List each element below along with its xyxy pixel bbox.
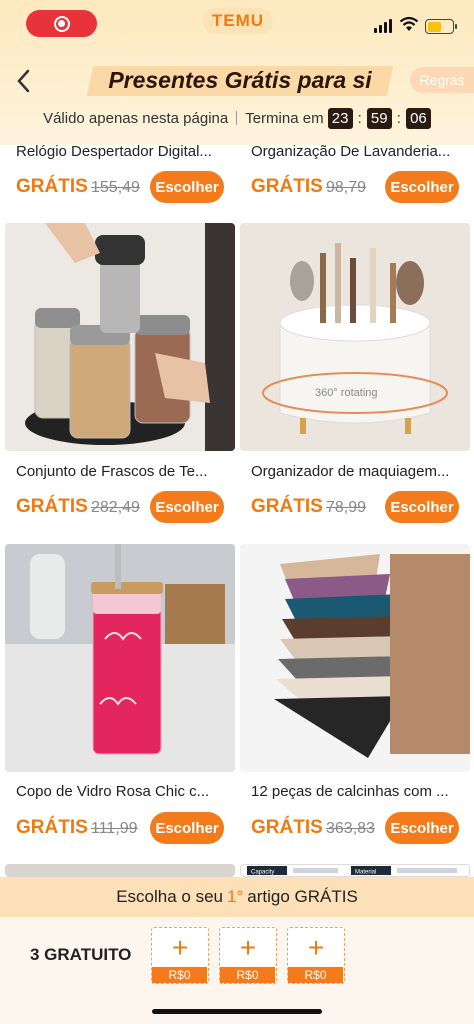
choose-number: 1°: [226, 887, 244, 906]
rotating-label: 360° rotating: [315, 387, 378, 399]
choose-button[interactable]: Escolher: [150, 171, 224, 203]
signal-icon: [374, 19, 392, 33]
gift-slot[interactable]: + R$0: [151, 927, 209, 984]
wifi-icon: [399, 16, 419, 31]
free-label: GRÁTIS: [251, 176, 323, 197]
product-image-partial[interactable]: [5, 864, 235, 877]
product-name[interactable]: Copo de Vidro Rosa Chic c...: [16, 783, 241, 800]
ends-label: Termina em: [245, 109, 324, 127]
back-arrow-icon[interactable]: [14, 66, 34, 96]
gift-slot[interactable]: + R$0: [219, 927, 277, 984]
product-name[interactable]: 12 peças de calcinhas com ...: [251, 783, 474, 800]
old-price: 155,49: [91, 179, 140, 196]
slot-price: R$0: [152, 967, 207, 983]
free-count-label: 3 GRATUITO: [30, 945, 132, 964]
plus-icon: +: [171, 932, 189, 963]
plus-icon: +: [307, 932, 325, 963]
free-label: GRÁTIS: [16, 176, 88, 197]
product-name[interactable]: Conjunto de Frascos de Te...: [16, 463, 241, 480]
gift-slot[interactable]: + R$0: [287, 927, 345, 984]
plus-icon: +: [239, 932, 257, 963]
free-label: GRÁTIS: [16, 496, 88, 517]
product-image-spice-jars[interactable]: [5, 223, 235, 451]
timer-hours: 23: [327, 107, 353, 129]
choose-text-pre: Escolha o seu: [116, 887, 223, 906]
home-indicator[interactable]: [152, 1009, 322, 1014]
free-label: GRÁTIS: [251, 817, 323, 838]
old-price: 363,83: [326, 820, 375, 837]
rules-button[interactable]: Regras: [410, 67, 474, 93]
battery-icon: [425, 19, 457, 34]
choose-text-post: artigo GRÁTIS: [247, 887, 358, 906]
product-image-underwear[interactable]: [240, 544, 470, 772]
selection-panel: 3 GRATUITO + R$0 + R$0 + R$0: [0, 917, 474, 1024]
status-bar: TEMU: [0, 0, 474, 44]
choose-button[interactable]: Escolher: [385, 812, 459, 844]
slot-price: R$0: [220, 967, 275, 983]
product-name[interactable]: Organização De Lavanderia...: [251, 143, 474, 160]
page: Relógio Despertador Digital... Organizaç…: [0, 0, 474, 1024]
product-name[interactable]: Relógio Despertador Digital...: [16, 143, 241, 160]
free-label: GRÁTIS: [16, 817, 88, 838]
timer-seconds: 06: [405, 107, 431, 129]
choose-button[interactable]: Escolher: [385, 171, 459, 203]
product-image-pink-glass[interactable]: [5, 544, 235, 772]
choose-button[interactable]: Escolher: [150, 812, 224, 844]
free-label: GRÁTIS: [251, 496, 323, 517]
capacity-label: Capacity: [251, 870, 274, 876]
choose-banner: Escolha o seu 1° artigo GRÁTIS: [0, 877, 474, 917]
header: TEMU Presentes Grátis para si Regras Vál…: [0, 0, 474, 145]
old-price: 111,99: [91, 820, 138, 837]
product-name[interactable]: Organizador de maquiagem...: [251, 463, 474, 480]
page-title: Presentes Grátis para si: [108, 67, 372, 93]
product-image-partial-spec[interactable]: Capacity Material: [240, 864, 470, 877]
choose-button[interactable]: Escolher: [385, 491, 459, 523]
record-icon: [53, 15, 70, 32]
old-price: 78,99: [326, 499, 367, 516]
screen-record-button[interactable]: [26, 10, 97, 37]
old-price: 282,49: [91, 499, 140, 516]
countdown-row: Válido apenas nesta página Termina em 23…: [0, 106, 474, 130]
product-image-makeup-organizer[interactable]: 360° rotating: [240, 223, 470, 451]
material-label: Material: [355, 870, 376, 876]
slot-price: R$0: [288, 967, 343, 983]
timer-minutes: 59: [366, 107, 392, 129]
page-title-wrap: Presentes Grátis para si: [86, 62, 394, 98]
old-price: 98,79: [326, 179, 367, 196]
choose-button[interactable]: Escolher: [150, 491, 224, 523]
valid-text: Válido apenas nesta página: [43, 109, 229, 127]
brand-logo: TEMU: [203, 8, 273, 34]
divider: [236, 111, 238, 125]
